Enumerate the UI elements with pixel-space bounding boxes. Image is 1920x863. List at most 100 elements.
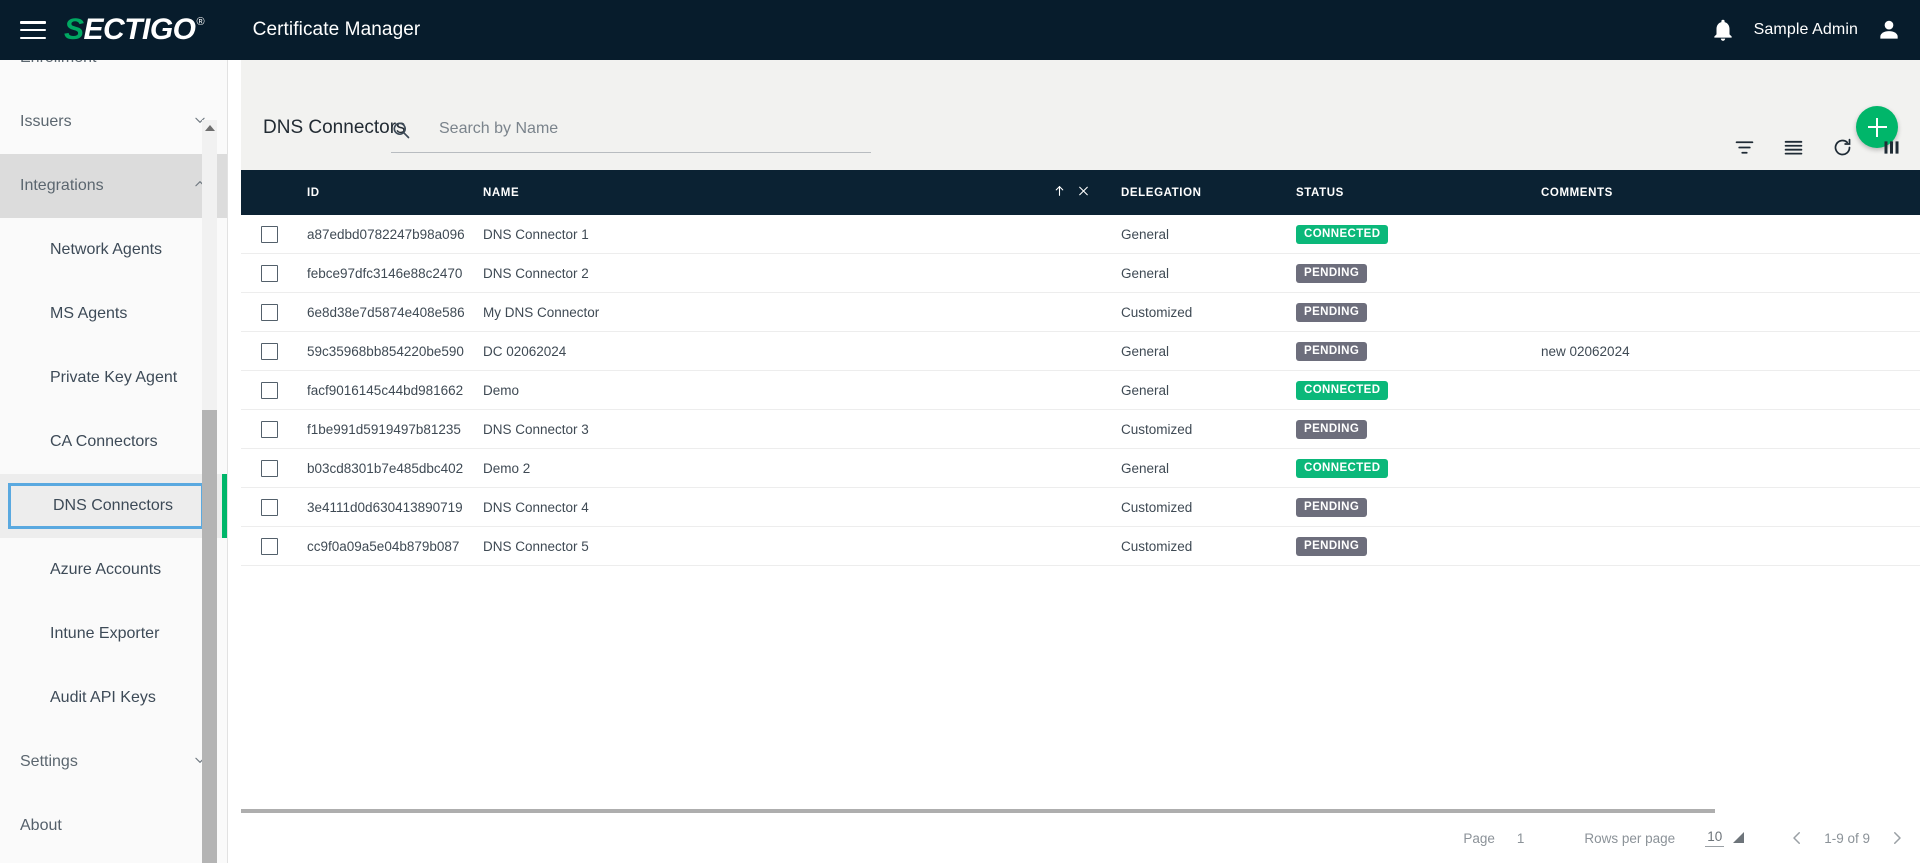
cell-id: cc9f0a09a5e04b879b087 <box>307 538 460 554</box>
sidebar-item-ms-agents[interactable]: MS Agents <box>0 282 227 346</box>
logo-text: SECTIGO <box>64 13 196 46</box>
pagination-bar: Page 1 Rows per page 10 1-9 of 9 <box>241 813 1920 863</box>
cell-delegation: General <box>1121 343 1170 359</box>
cell-delegation: General <box>1121 460 1170 476</box>
row-checkbox[interactable] <box>261 303 278 321</box>
row-checkbox[interactable] <box>261 225 278 243</box>
table-row[interactable]: facf9016145c44bd981662 Demo General CONNECT… <box>241 371 1920 410</box>
table-row[interactable]: f1be991d5919497b81235 DNS Connector 3 Cust… <box>241 410 1920 449</box>
status-badge: PENDING <box>1296 302 1368 322</box>
cell-id: a87edbd0782247b98a096 <box>307 226 465 242</box>
rows-per-page-value[interactable]: 10 <box>1705 829 1725 847</box>
cell-delegation: Customized <box>1121 304 1193 320</box>
sort-ascending-icon[interactable] <box>1053 183 1066 202</box>
row-checkbox[interactable] <box>261 264 278 282</box>
chevron-down-icon[interactable] <box>193 60 207 68</box>
sidebar-item-audit-api-keys[interactable]: Audit API Keys <box>0 666 227 730</box>
sidebar-group-label: Settings <box>20 753 78 770</box>
row-checkbox[interactable] <box>261 537 278 555</box>
sidebar-group-label: Enrollment <box>20 60 96 67</box>
columns-icon[interactable] <box>1881 137 1902 158</box>
status-badge: PENDING <box>1296 497 1368 517</box>
column-header-comments[interactable]: COMMENTS <box>1541 187 1613 199</box>
next-page-button[interactable] <box>1888 829 1906 847</box>
sidebar-item-dns-connectors[interactable]: DNS Connectors <box>0 474 227 538</box>
cell-delegation: General <box>1121 226 1170 242</box>
column-header-id[interactable]: ID <box>307 187 320 199</box>
sidebar-item-about[interactable]: About <box>0 794 227 858</box>
cell-name: Demo 2 <box>483 460 531 476</box>
status-badge: PENDING <box>1296 419 1368 439</box>
logo-registered-mark: ® <box>196 16 205 28</box>
notification-bell-icon[interactable] <box>1710 17 1736 43</box>
cell-id: f1be991d5919497b81235 <box>307 421 461 437</box>
app-title: Certificate Manager <box>252 19 421 40</box>
sidebar-item-label: CA Connectors <box>50 433 158 450</box>
cell-delegation: General <box>1121 265 1170 281</box>
clear-sort-icon[interactable] <box>1077 184 1090 201</box>
sort-controls <box>1053 183 1090 202</box>
sidebar-item-intune-exporter[interactable]: Intune Exporter <box>0 602 227 666</box>
row-checkbox[interactable] <box>261 342 278 360</box>
table-header-row: ID NAME DELEGATION STATUS COMMENTS <box>241 170 1920 215</box>
table-row[interactable]: 6e8d38e7d5874e408e586 My DNS Connector Cus… <box>241 293 1920 332</box>
previous-page-button[interactable] <box>1788 829 1806 847</box>
sidebar-scrollbar[interactable] <box>202 120 217 863</box>
cell-name: DNS Connector 4 <box>483 499 589 515</box>
sidebar-nav: Enrollment Issuers Integrations Network Age… <box>0 60 228 863</box>
rows-per-page-label: Rows per page <box>1584 830 1676 846</box>
rows-per-page-dropdown-icon[interactable] <box>1733 831 1745 843</box>
refresh-icon[interactable] <box>1832 137 1853 158</box>
table-row[interactable]: b03cd8301b7e485dbc402 Demo 2 General CONNEC… <box>241 449 1920 488</box>
sidebar-group-label: Integrations <box>20 177 104 194</box>
user-account-icon[interactable] <box>1876 17 1902 43</box>
sidebar-group-enrollment[interactable]: Enrollment <box>0 60 227 90</box>
search-underline <box>391 152 871 153</box>
user-name-label: Sample Admin <box>1753 21 1858 38</box>
table-row[interactable]: a87edbd0782247b98a096 DNS Connector 1 Gene… <box>241 215 1920 254</box>
content-toolbar: DNS Connectors <box>241 60 1920 170</box>
list-view-icon[interactable] <box>1783 137 1804 158</box>
row-checkbox[interactable] <box>261 381 278 399</box>
row-checkbox[interactable] <box>261 459 278 477</box>
cell-delegation: Customized <box>1121 538 1193 554</box>
cell-id: b03cd8301b7e485dbc402 <box>307 460 464 476</box>
filter-icon[interactable] <box>1734 137 1755 158</box>
hamburger-menu-icon[interactable] <box>20 21 46 39</box>
table-row[interactable]: febce97dfc3146e88c2470 DNS Connector 2 Gen… <box>241 254 1920 293</box>
table-row[interactable]: 3e4111d0d630413890719 DNS Connector 4 Cust… <box>241 488 1920 527</box>
toolbar-icon-group <box>1734 137 1902 158</box>
search-input[interactable] <box>439 114 871 144</box>
sidebar-item-azure-accounts[interactable]: Azure Accounts <box>0 538 227 602</box>
column-header-delegation[interactable]: DELEGATION <box>1121 187 1202 199</box>
row-checkbox[interactable] <box>261 420 278 438</box>
sidebar-item-label: About <box>20 817 62 834</box>
sidebar-item-network-agents[interactable]: Network Agents <box>0 218 227 282</box>
search-icon[interactable] <box>391 120 411 140</box>
cell-id: 3e4111d0d630413890719 <box>307 499 463 515</box>
status-badge: PENDING <box>1296 341 1368 361</box>
page-number[interactable]: 1 <box>1517 831 1525 846</box>
sectigo-logo[interactable]: SECTIGO ® <box>64 15 205 45</box>
cell-name: Demo <box>483 382 520 398</box>
row-checkbox[interactable] <box>261 498 278 516</box>
table-row[interactable]: 59c35968bb854220be590 DC 02062024 General P… <box>241 332 1920 371</box>
column-header-name[interactable]: NAME <box>483 187 519 199</box>
sidebar-group-settings[interactable]: Settings <box>0 730 227 794</box>
sidebar-group-label: Issuers <box>20 113 72 130</box>
cell-id: 6e8d38e7d5874e408e586 <box>307 304 465 320</box>
sidebar-item-private-key-agent[interactable]: Private Key Agent <box>0 346 227 410</box>
sidebar-item-label: Network Agents <box>50 241 163 258</box>
sidebar-item-label: Azure Accounts <box>50 561 162 578</box>
sidebar-scroll-thumb[interactable] <box>202 410 217 863</box>
status-badge: CONNECTED <box>1296 458 1389 478</box>
sidebar-group-integrations[interactable]: Integrations <box>0 154 227 218</box>
column-header-status[interactable]: STATUS <box>1296 187 1344 199</box>
table-row[interactable]: cc9f0a09a5e04b879b087 DNS Connector 5 Cust… <box>241 527 1920 566</box>
table-body: a87edbd0782247b98a096 DNS Connector 1 Gene… <box>241 215 1920 841</box>
cell-delegation: Customized <box>1121 499 1193 515</box>
scroll-up-arrow-icon[interactable] <box>202 120 217 136</box>
sidebar-item-ca-connectors[interactable]: CA Connectors <box>0 410 227 474</box>
header-right-group: Sample Admin <box>1710 0 1902 60</box>
sidebar-group-issuers[interactable]: Issuers <box>0 90 227 154</box>
